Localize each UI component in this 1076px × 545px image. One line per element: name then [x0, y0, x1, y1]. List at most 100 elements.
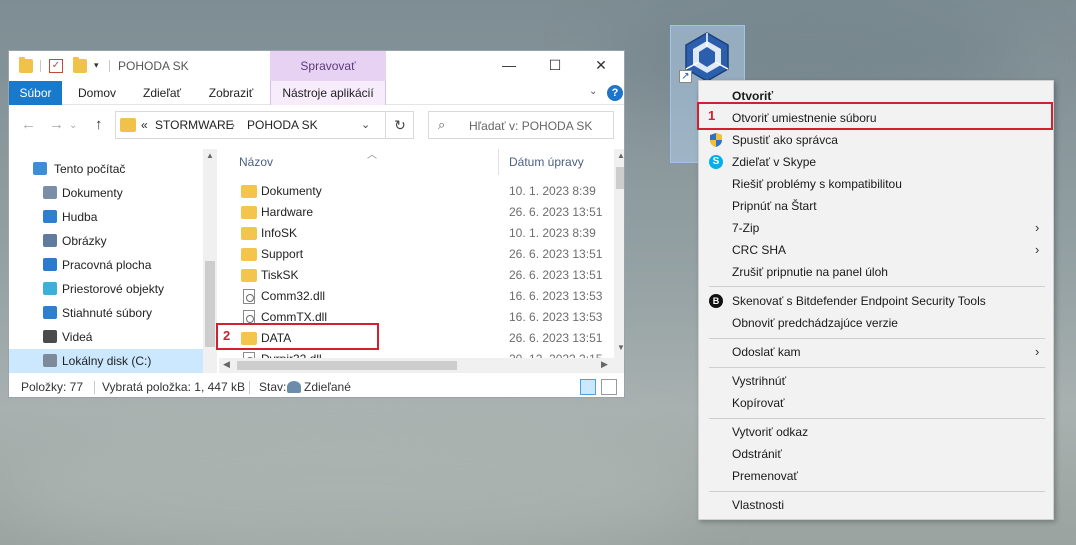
close-icon[interactable]: ✕ — [578, 51, 624, 81]
menu-label: Vlastnosti — [732, 498, 785, 512]
tab-application-tools[interactable]: Nástroje aplikácií — [270, 81, 386, 105]
properties-check-icon[interactable]: ✓ — [49, 59, 63, 73]
breadcrumb-stormware[interactable]: STORMWARE — [155, 118, 234, 132]
chevron-down-icon[interactable]: ⌄ — [361, 118, 370, 131]
file-row[interactable]: Comm32.dll 16. 6. 2023 13:53 — [219, 286, 614, 307]
column-divider[interactable] — [498, 149, 499, 175]
details-view-icon[interactable] — [580, 379, 596, 395]
scroll-down-icon[interactable]: ▼ — [617, 343, 624, 352]
large-icons-view-icon[interactable] — [601, 379, 617, 395]
nav-item-documents[interactable]: Dokumenty — [9, 181, 205, 205]
help-icon[interactable]: ? — [607, 85, 623, 101]
file-list-scrollbar[interactable]: ▲ ▼ — [614, 149, 624, 373]
menu-item-share-skype[interactable]: S Zdieľať v Skype — [699, 151, 1053, 173]
horizontal-scrollbar[interactable]: ◀ ▶ — [219, 358, 614, 373]
column-header-date[interactable]: Dátum úpravy — [509, 155, 584, 169]
title-bar: ✓ ▾ POHODA SK Spravovať — ☐ ✕ — [9, 51, 624, 81]
tab-home[interactable]: Domov — [71, 81, 123, 105]
scroll-up-icon[interactable]: ▲ — [206, 151, 214, 160]
menu-item-rename[interactable]: Premenovať — [699, 465, 1053, 487]
file-row[interactable]: TiskSK 26. 6. 2023 13:51 — [219, 265, 614, 286]
menu-label: Odoslať kam — [732, 345, 801, 359]
menu-item-bitdefender-scan[interactable]: B Skenovať s Bitdefender Endpoint Securi… — [699, 290, 1053, 312]
sort-ascending-icon: ︿ — [367, 150, 377, 161]
column-header-name[interactable]: Názov — [239, 155, 273, 169]
menu-separator — [709, 367, 1045, 368]
tab-manage[interactable]: Spravovať — [270, 51, 386, 81]
file-name: Support — [261, 247, 304, 261]
tab-view[interactable]: Zobraziť — [201, 81, 261, 105]
nav-label: Lokálny disk (C:) — [62, 354, 152, 368]
menu-item-send-to[interactable]: Odoslať kam › — [699, 341, 1053, 363]
tab-file[interactable]: Súbor — [9, 81, 62, 105]
menu-item-unpin-taskbar[interactable]: Zrušiť pripnutie na panel úloh — [699, 261, 1053, 283]
address-bar[interactable]: « STORMWARE › POHODA SK ⌄ ↻ — [115, 111, 414, 139]
bitdefender-icon: B — [709, 294, 723, 308]
menu-item-properties[interactable]: Vlastnosti — [699, 494, 1053, 516]
file-row[interactable]: Dokumenty 10. 1. 2023 8:39 — [219, 181, 614, 202]
menu-item-7zip[interactable]: 7-Zip › — [699, 217, 1053, 239]
menu-item-create-shortcut[interactable]: Vytvoriť odkaz — [699, 421, 1053, 443]
scroll-right-icon[interactable]: ▶ — [601, 359, 608, 370]
scroll-up-icon[interactable]: ▲ — [617, 151, 624, 160]
refresh-icon[interactable]: ↻ — [385, 112, 414, 138]
new-folder-icon[interactable] — [73, 57, 87, 73]
scroll-thumb[interactable] — [205, 261, 215, 347]
up-icon[interactable]: ↑ — [95, 116, 103, 133]
menu-item-troubleshoot[interactable]: Riešiť problémy s kompatibilitou — [699, 173, 1053, 195]
documents-icon — [43, 186, 57, 199]
file-row[interactable]: Support 26. 6. 2023 13:51 — [219, 244, 614, 265]
minimize-icon[interactable]: — — [486, 51, 532, 81]
menu-item-copy[interactable]: Kopírovať — [699, 392, 1053, 414]
menu-item-cut[interactable]: Vystrihnúť — [699, 370, 1053, 392]
nav-item-videos[interactable]: Videá — [9, 325, 205, 349]
menu-label: Premenovať — [732, 469, 798, 483]
breadcrumb-overflow[interactable]: « — [141, 118, 148, 132]
tab-share[interactable]: Zdieľať — [133, 81, 191, 105]
folder-icon — [241, 248, 257, 261]
file-name: Dokumenty — [261, 184, 322, 198]
breadcrumb-separator: › — [231, 118, 235, 132]
scroll-thumb[interactable] — [237, 361, 457, 370]
menu-item-restore-versions[interactable]: Obnoviť predchádzajúce verzie — [699, 312, 1053, 334]
menu-item-run-as-admin[interactable]: Spustiť ako správca — [699, 129, 1053, 151]
divider — [40, 60, 41, 72]
downloads-icon — [43, 306, 57, 319]
menu-separator — [709, 491, 1045, 492]
state-value: Zdieľané — [304, 380, 351, 394]
nav-scrollbar[interactable]: ▲ — [203, 149, 217, 373]
file-row[interactable]: InfoSK 10. 1. 2023 8:39 — [219, 223, 614, 244]
recent-locations-icon[interactable]: ⌄ — [69, 120, 77, 131]
file-date: 16. 6. 2023 13:53 — [509, 310, 603, 324]
forward-icon[interactable]: → — [49, 116, 64, 133]
desktop-icon — [43, 258, 57, 271]
file-row[interactable]: Hardware 26. 6. 2023 13:51 — [219, 202, 614, 223]
menu-item-pin-start[interactable]: Pripnúť na Štart — [699, 195, 1053, 217]
menu-item-crc-sha[interactable]: CRC SHA › — [699, 239, 1053, 261]
scroll-thumb[interactable] — [616, 167, 624, 189]
status-bar: Položky: 77 Vybratá položka: 1, 447 kB S… — [9, 376, 624, 397]
search-box[interactable]: ⌕ Hľadať v: POHODA SK — [428, 111, 614, 139]
nav-item-pictures[interactable]: Obrázky — [9, 229, 205, 253]
folder-icon[interactable] — [19, 57, 33, 73]
nav-item-downloads[interactable]: Stiahnuté súbory — [9, 301, 205, 325]
menu-separator — [709, 286, 1045, 287]
context-menu: Otvoriť Otvoriť umiestnenie súboru Spust… — [698, 80, 1054, 520]
nav-item-3d-objects[interactable]: Priestorové objekty — [9, 277, 205, 301]
nav-item-this-pc[interactable]: Tento počítač — [9, 157, 205, 181]
menu-item-delete[interactable]: Odstrániť — [699, 443, 1053, 465]
customize-quick-access-icon[interactable]: ▾ — [94, 60, 99, 71]
expand-ribbon-icon[interactable]: ⌄ — [589, 86, 597, 97]
back-icon[interactable]: ← — [21, 116, 36, 133]
shared-users-icon — [287, 381, 301, 393]
menu-separator — [709, 338, 1045, 339]
nav-item-music[interactable]: Hudba — [9, 205, 205, 229]
item-count: Položky: 77 — [21, 380, 84, 394]
scroll-left-icon[interactable]: ◀ — [223, 359, 230, 370]
nav-item-local-disk[interactable]: Lokálny disk (C:) — [9, 349, 205, 373]
nav-item-desktop[interactable]: Pracovná plocha — [9, 253, 205, 277]
menu-label: Obnoviť predchádzajúce verzie — [732, 316, 898, 330]
nav-label: Videá — [62, 330, 93, 344]
breadcrumb-pohoda-sk[interactable]: POHODA SK — [247, 118, 318, 132]
maximize-icon[interactable]: ☐ — [532, 51, 578, 81]
